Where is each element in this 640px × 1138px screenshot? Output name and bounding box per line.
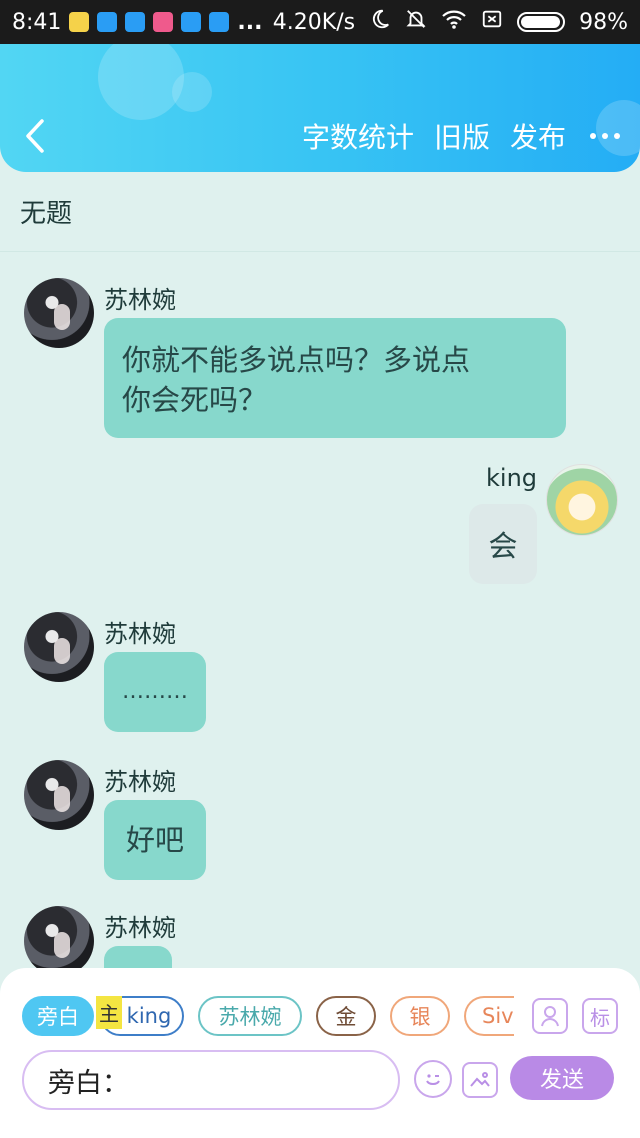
message-incoming[interactable] [24,612,94,682]
sim-icon [481,8,503,36]
moon-icon [369,8,391,36]
image-icon [470,1072,490,1087]
tag-label: 标 [590,1005,610,1030]
message-text: ……… [122,679,188,704]
sender-name: king [486,464,538,492]
more-options-icon[interactable] [590,133,620,139]
chat-list[interactable]: 苏林婉 你就不能多说点吗？多说点 你会死吗？ king 会 苏林婉 ……… 苏林… [0,252,640,968]
message-bubble[interactable] [104,946,172,968]
role-chip-label: 旁白 [37,1005,79,1029]
story-title-text: 无题 [20,199,73,229]
wifi-icon [441,8,467,36]
composer-panel: 旁白 主 king 苏林婉 金 银 Siv 标 旁白： 发送 [0,968,640,1138]
emoji-button[interactable] [414,1060,452,1098]
chevron-left-icon [26,119,44,153]
role-chip-label: Siv [482,1004,514,1028]
app-notification-icon [181,12,202,32]
message-incoming[interactable] [24,760,94,830]
app-notification-icon [97,12,118,32]
role-chip-label: 金 [335,1005,357,1029]
more-notifications: ... [237,9,263,35]
role-selector: 旁白 主 king 苏林婉 金 银 Siv 标 [22,996,618,1036]
send-button[interactable]: 发送 [510,1056,614,1100]
message-input-value: 旁白： [48,1067,129,1099]
character-manage-button[interactable] [532,998,568,1034]
role-chip-narrator[interactable]: 旁白 [22,996,94,1036]
message-bubble[interactable]: 会 [469,504,537,584]
role-chip-gold[interactable]: 金 [316,996,376,1036]
top-app-bar: 字数统计 旧版 发布 [0,44,640,172]
mute-bell-icon [405,8,427,36]
message-incoming[interactable] [24,278,94,348]
battery-percent: 98% [579,9,628,35]
sender-name: 苏林婉 [104,286,176,314]
message-incoming[interactable] [24,906,94,968]
app-notification-icon [69,12,90,32]
message-text: 好吧 [125,823,184,857]
message-bubble[interactable]: 好吧 [104,800,206,880]
role-chip-siv[interactable]: Siv [464,996,514,1036]
story-title[interactable]: 无题 [0,172,640,252]
smiley-icon [426,1074,440,1085]
old-version-button[interactable]: 旧版 [434,116,490,156]
sender-name: 苏林婉 [104,914,176,942]
image-button[interactable] [462,1062,498,1098]
word-count-button[interactable]: 字数统计 [302,116,414,156]
role-chip-su[interactable]: 苏林婉 [198,996,302,1036]
app-notification-icon [125,12,146,32]
app-notification-icon [153,12,174,32]
tag-button[interactable]: 标 [582,998,618,1034]
sender-name: 苏林婉 [104,620,176,648]
avatar[interactable] [24,906,94,968]
composer-row: 旁白： 发送 [22,1050,622,1110]
app-notification-icon [209,12,230,32]
status-time: 8:41 [12,9,62,35]
person-icon [541,1006,559,1027]
network-speed: 4.20K/s [272,9,356,35]
message-line: 你会死吗？ [122,383,268,417]
role-chip-silver[interactable]: 银 [390,996,450,1036]
avatar[interactable] [24,278,94,348]
avatar[interactable] [24,760,94,830]
publish-button[interactable]: 发布 [510,116,566,156]
role-chip-label: 银 [409,1005,431,1029]
role-chip-king[interactable]: 主 king [96,996,184,1036]
role-chip-label: king [126,1004,172,1028]
message-outgoing[interactable] [546,464,618,536]
role-chip-label: 苏林婉 [218,1005,282,1029]
send-button-label: 发送 [539,1068,584,1093]
message-bubble[interactable]: ……… [104,652,206,732]
decorative-bubble [172,72,212,112]
status-bar: 8:41 ... 4.20K/s 98% [0,0,640,44]
message-input[interactable]: 旁白： [22,1050,400,1110]
avatar[interactable] [546,464,618,536]
message-text: 会 [488,529,518,563]
sender-name: 苏林婉 [104,768,176,796]
message-bubble[interactable]: 你就不能多说点吗？多说点 你会死吗？ [104,318,566,438]
message-line: 你就不能多说点吗？多说点 [122,343,471,377]
avatar[interactable] [24,612,94,682]
decorative-bubble [98,44,184,120]
main-role-badge: 主 [96,996,122,1029]
battery-icon [517,12,566,32]
back-button[interactable] [18,114,52,158]
